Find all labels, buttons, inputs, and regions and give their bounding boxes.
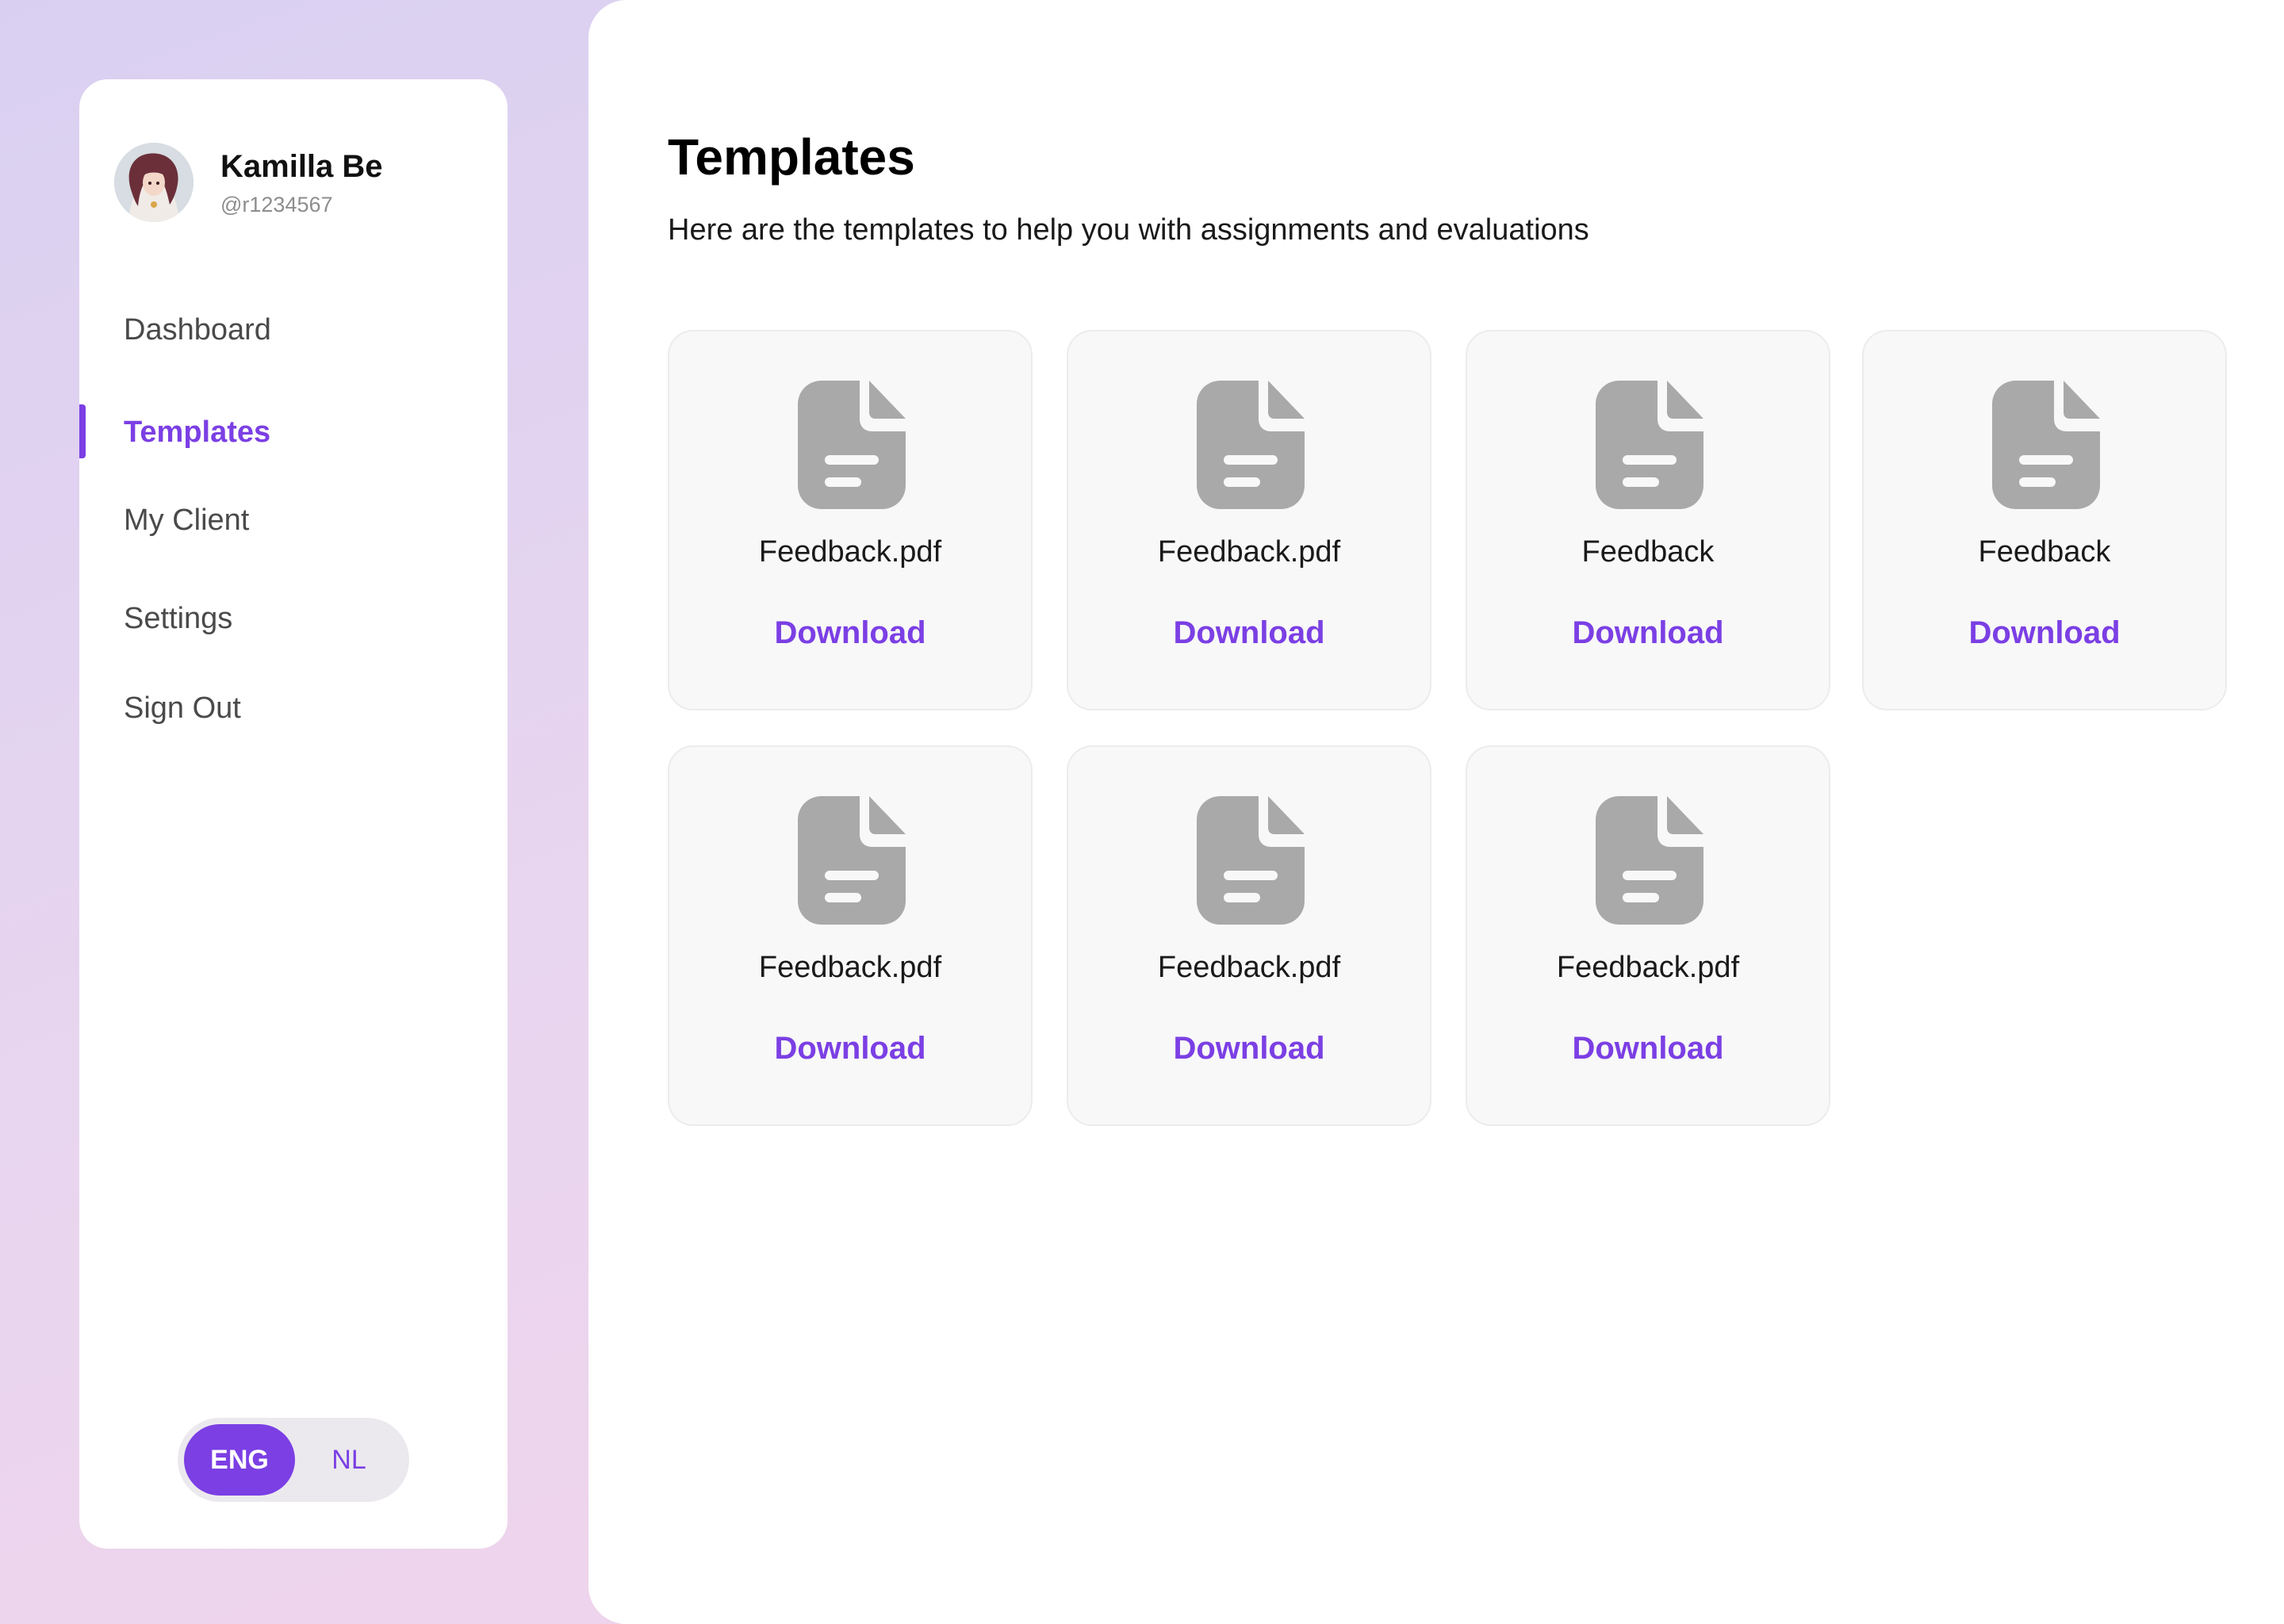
template-card: Feedback.pdf Download xyxy=(668,330,1033,710)
template-card: Feedback.pdf Download xyxy=(1067,745,1431,1126)
download-button[interactable]: Download xyxy=(1068,1029,1430,1067)
sidebar-item-my-client[interactable]: My Client xyxy=(124,503,249,539)
sidebar-item-templates[interactable]: Templates xyxy=(124,415,270,451)
file-name: Feedback.pdf xyxy=(758,535,942,569)
file-name: Feedback xyxy=(1581,535,1715,569)
file-icon xyxy=(1596,381,1703,509)
main-content: Templates Here are the templates to help… xyxy=(588,0,2284,1624)
profile-handle: @r1234567 xyxy=(220,192,333,216)
template-card: Feedback.pdf Download xyxy=(1466,745,1830,1126)
user-profile: Kamilla Be @r1234567 xyxy=(114,143,383,222)
templates-grid: Feedback.pdf Download Feedback.pdf Downl… xyxy=(668,330,2227,1126)
file-name: Feedback.pdf xyxy=(758,951,942,984)
download-button[interactable]: Download xyxy=(1467,1029,1829,1067)
file-icon xyxy=(798,381,906,509)
file-name: Feedback.pdf xyxy=(1157,951,1341,984)
template-card: Feedback.pdf Download xyxy=(668,745,1033,1126)
file-icon xyxy=(798,796,906,925)
template-card: Feedback Download xyxy=(1862,330,2227,710)
avatar[interactable] xyxy=(114,143,194,222)
sidebar-item-dashboard[interactable]: Dashboard xyxy=(124,312,271,349)
profile-text: Kamilla Be @r1234567 xyxy=(220,147,383,217)
file-name: Feedback xyxy=(1978,535,2111,569)
language-option-nl[interactable]: NL xyxy=(295,1424,403,1496)
sidebar: Kamilla Be @r1234567 Dashboard Templates… xyxy=(79,79,508,1549)
file-icon xyxy=(1197,381,1305,509)
avatar-image xyxy=(114,143,194,222)
file-icon xyxy=(1197,796,1305,925)
page-subtitle: Here are the templates to help you with … xyxy=(668,213,1589,247)
download-button[interactable]: Download xyxy=(669,1029,1031,1067)
file-icon xyxy=(1596,796,1703,925)
sidebar-item-sign-out[interactable]: Sign Out xyxy=(124,691,241,727)
active-indicator xyxy=(79,404,86,458)
language-toggle: ENG NL xyxy=(178,1418,409,1502)
template-card: Feedback Download xyxy=(1466,330,1830,710)
app-background: Kamilla Be @r1234567 Dashboard Templates… xyxy=(0,0,2284,1624)
sidebar-item-settings[interactable]: Settings xyxy=(124,601,232,638)
download-button[interactable]: Download xyxy=(1467,614,1829,652)
file-name: Feedback.pdf xyxy=(1556,951,1740,984)
profile-name: Kamilla Be xyxy=(220,148,383,184)
download-button[interactable]: Download xyxy=(1864,614,2225,652)
file-icon xyxy=(1992,381,2100,509)
language-option-eng[interactable]: ENG xyxy=(184,1424,295,1496)
download-button[interactable]: Download xyxy=(1068,614,1430,652)
template-card: Feedback.pdf Download xyxy=(1067,330,1431,710)
file-name: Feedback.pdf xyxy=(1157,535,1341,569)
page-title: Templates xyxy=(668,128,915,186)
download-button[interactable]: Download xyxy=(669,614,1031,652)
